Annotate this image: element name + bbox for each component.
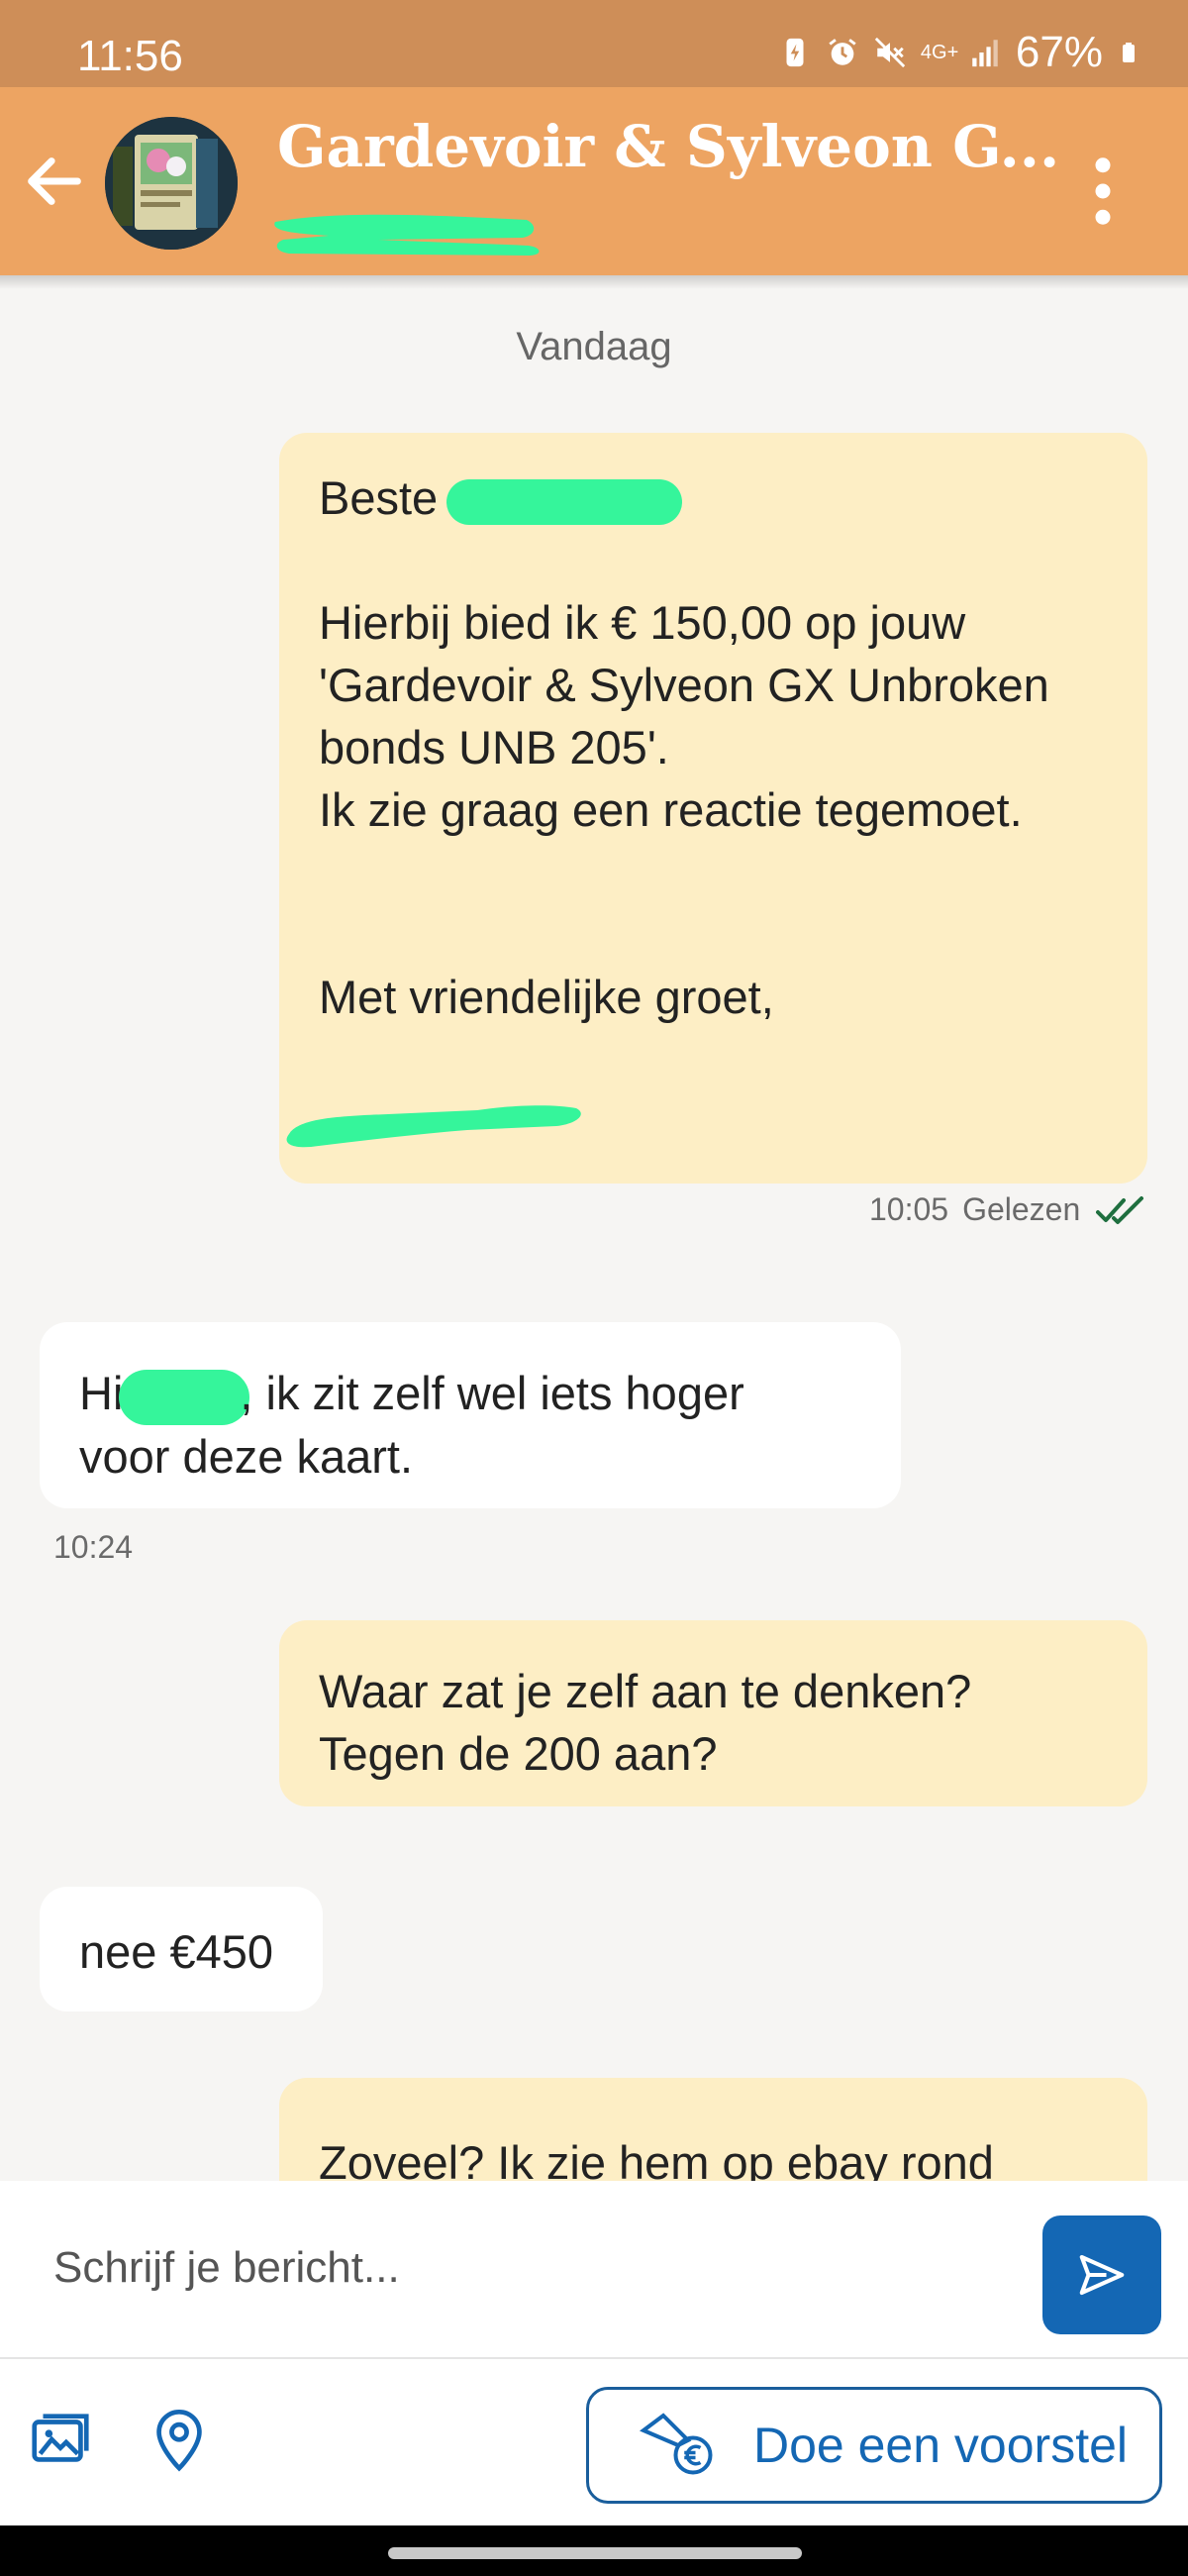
offer-hand-euro-icon [640,2413,713,2475]
message-line: Tegen de 200 aan? [319,1727,718,1780]
message-line: Waar zat je zelf aan te denken? [319,1665,972,1717]
mute-icon [874,37,906,68]
card-thumbnail-icon [105,117,238,250]
chat-header: Gardevoir & Sylveon G... [0,87,1188,289]
alarm-icon [829,39,856,65]
bottom-toolbar: Doe een voorstel [0,2357,1188,2525]
location-pin-icon[interactable] [145,2405,214,2474]
message-bubble-incoming[interactable]: nee €450 [40,1887,323,2011]
send-button[interactable] [1042,2215,1161,2334]
message-line: voor deze kaart. [79,1429,414,1483]
status-icons: 4G+ 67% [778,28,1140,77]
message-text: nee €450 [79,1925,274,1978]
send-icon [1079,2254,1125,2296]
make-offer-button[interactable]: Doe een voorstel [586,2387,1162,2504]
date-separator: Vandaag [516,325,672,368]
network-type: 4G+ [920,42,959,63]
message-composer [0,2181,1188,2357]
message-line: bonds UNB 205'. [319,721,669,773]
message-line: Beste [319,466,1108,529]
more-vertical-icon[interactable] [1079,147,1127,236]
status-time: 11:56 [77,32,183,80]
make-offer-label: Doe een voorstel [753,2418,1129,2473]
system-navigation-bar [0,2525,1188,2576]
message-line [319,529,1108,591]
battery-icon [1123,43,1135,62]
conversation-title[interactable]: Gardevoir & Sylveon G... [277,113,1059,180]
signal-icon [972,40,998,67]
redacted-name [446,478,683,525]
message-bubble-outgoing[interactable]: Beste Hierbij bied ik € 150,00 op jouw '… [279,433,1147,1184]
message-bubble-outgoing[interactable]: Waar zat je zelf aan te denken? Tegen de… [279,1620,1147,1806]
message-line [319,841,1108,903]
message-meta: 10:05 Gelezen [869,1191,1145,1228]
message-line: Hierbij bied ik € 150,00 op jouw [319,596,966,649]
battery-percent: 67% [1015,28,1103,76]
message-time: 10:05 [869,1191,949,1227]
redacted-signature [286,1105,581,1148]
message-line [319,903,1108,966]
message-line: Met vriendelijke groet, [319,971,774,1023]
read-status: Gelezen [962,1191,1081,1227]
message-input[interactable] [53,2218,1004,2318]
message-line: Ik zie graag een reactie tegemoet. [319,783,1023,836]
message-time: 10:24 [53,1529,134,1565]
redacted-username [274,214,540,256]
message-line: 'Gardevoir & Sylveon GX Unbroken [319,659,1049,711]
home-gesture-handle[interactable] [388,2547,802,2559]
double-check-icon [1096,1195,1144,1224]
battery-saver-icon [786,38,804,67]
listing-avatar[interactable] [105,117,238,250]
message-bubble-incoming[interactable]: Hi, ik zit zelf wel iets hoger voor deze… [40,1322,901,1508]
arrow-left-icon[interactable] [20,147,89,216]
redacted-name [119,1369,250,1425]
message-line: Hi, ik zit zelf wel iets hoger [79,1362,861,1425]
image-gallery-icon[interactable] [26,2405,95,2474]
